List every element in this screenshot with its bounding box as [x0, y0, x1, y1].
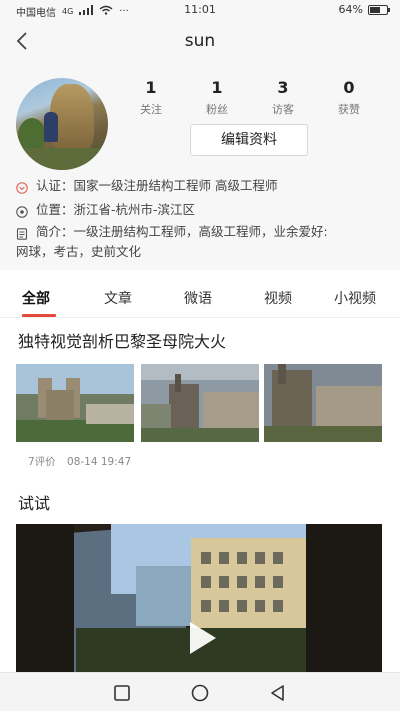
recent-apps-icon[interactable]	[112, 683, 132, 703]
stat-value: 1	[211, 78, 223, 97]
location-icon	[16, 204, 28, 218]
system-nav-bar	[0, 672, 400, 711]
stat-value: 0	[343, 78, 355, 97]
stat-value: 3	[277, 78, 289, 97]
stat-label: 获赞	[338, 103, 360, 116]
post-title[interactable]: 试试	[18, 490, 50, 514]
active-tab-indicator	[22, 314, 56, 317]
tab-short-videos[interactable]: 小视频	[334, 288, 376, 308]
stat-label: 关注	[140, 103, 162, 116]
stat-following[interactable]: 1 关注	[116, 78, 186, 117]
battery-icon	[368, 4, 390, 15]
profile-section: 1 关注 1 粉丝 3 访客 0 获赞 编辑资料 认证：国家一级注册结构工程师 …	[0, 64, 400, 270]
stat-value: 1	[145, 78, 157, 97]
header: sun	[0, 20, 400, 64]
location-text: 位置：浙江省-杭州市-滨江区	[36, 202, 196, 217]
tab-microposts[interactable]: 微语	[184, 288, 212, 308]
status-bar: 中国电信 4G ··· 11:01 64%	[0, 0, 400, 20]
verification-text: 认证：国家一级注册结构工程师 高级工程师	[36, 178, 278, 193]
stat-followers[interactable]: 1 粉丝	[182, 78, 252, 117]
post-image[interactable]	[264, 364, 382, 442]
stat-label: 粉丝	[206, 103, 228, 116]
battery-percent: 64%	[338, 3, 363, 16]
home-icon[interactable]	[190, 683, 210, 703]
post-image[interactable]	[141, 364, 259, 442]
page-title: sun	[184, 31, 216, 51]
play-icon[interactable]	[180, 620, 220, 656]
tab-articles[interactable]: 文章	[104, 288, 132, 308]
bio-text-line2: 网球，考古，史前文化	[16, 244, 142, 259]
bio-text-line1: 简介：一级注册结构工程师，高级工程师，业余爱好:	[36, 224, 328, 239]
tab-all[interactable]: 全部	[22, 288, 50, 308]
post-meta: 7评价 08-14 19:47	[28, 454, 131, 469]
avatar[interactable]	[16, 78, 108, 170]
tab-videos[interactable]: 视频	[264, 288, 292, 308]
post-title[interactable]: 独特视觉剖析巴黎圣母院大火	[18, 328, 226, 352]
post-image[interactable]	[16, 364, 134, 442]
verified-icon	[16, 180, 28, 194]
content-tabs: 全部 文章 微语 视频 小视频	[0, 282, 400, 318]
stat-label: 访客	[272, 103, 294, 116]
edit-profile-button[interactable]: 编辑资料	[190, 124, 308, 156]
document-icon	[16, 226, 28, 240]
post-date: 08-14 19:47	[67, 456, 132, 468]
profile-stats: 1 关注 1 粉丝 3 访客 0 获赞	[116, 78, 400, 118]
comment-count: 7评价	[28, 456, 56, 468]
stat-likes[interactable]: 0 获赞	[314, 78, 384, 117]
stat-visitors[interactable]: 3 访客	[248, 78, 318, 117]
back-nav-icon[interactable]	[268, 683, 288, 703]
